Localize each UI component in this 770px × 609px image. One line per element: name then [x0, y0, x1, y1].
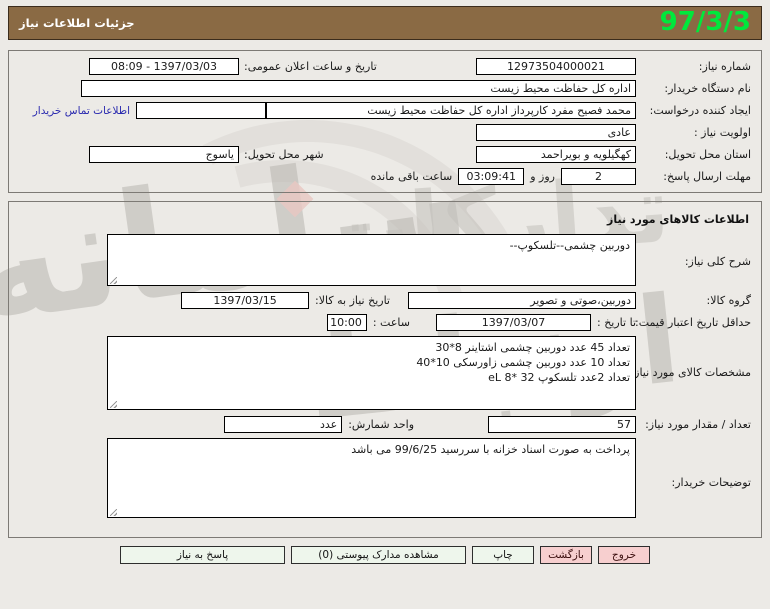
priority-label: اولویت نیاز : [693, 126, 751, 139]
buyer-notes-value[interactable]: پرداخت به صورت اسناد خزانه با سررسید 99/… [107, 438, 636, 518]
buyer-contact-link[interactable]: اطلاعات تماس خریدار [27, 105, 136, 117]
city-value[interactable]: یاسوج [89, 146, 239, 163]
resize-grip-icon[interactable] [110, 509, 117, 516]
date-stamp: 97/3/3 [659, 7, 751, 37]
goods-info-panel: اطلاعات کالاهای مورد نیاز شرح کلی نیاز: … [8, 201, 762, 538]
row-goods-group: گروه کالا: دوربین،صوتی و تصویر تاریخ نیا… [19, 292, 751, 309]
price-validity-label: حداقل تاریخ اعتبار قیمت: [635, 316, 751, 329]
buyer-org-label: نام دستگاه خریدار: [664, 82, 751, 95]
need-number-label: شماره نیاز: [698, 60, 751, 73]
buyer-org-secondary-value[interactable] [136, 102, 266, 119]
need-info-panel: شماره نیاز: 12973504000021 تاریخ و ساعت … [8, 50, 762, 193]
general-desc-label: شرح کلی نیاز: [684, 255, 751, 268]
action-button-bar: پاسخ به نیاز مشاهده مدارک پیوستی (0) چاپ… [8, 546, 762, 564]
quantity-label: تعداد / مقدار مورد نیاز: [645, 418, 751, 431]
window-title-bar: 97/3/3 جزئیات اطلاعات نیاز [8, 6, 762, 40]
specs-value[interactable]: تعداد 45 عدد دوربین چشمی اشتاینر 8*30 تع… [107, 336, 636, 410]
unit-label: واحد شمارش: [348, 418, 414, 431]
back-button[interactable]: بازگشت [540, 546, 592, 564]
price-validity-time-label: ساعت : [372, 316, 410, 329]
unit-value[interactable]: عدد [224, 416, 343, 433]
need-date-label: تاریخ نیاز به کالا: [315, 294, 390, 307]
specs-label: مشخصات کالای مورد نیاز: [630, 366, 751, 379]
buyer-notes-text: پرداخت به صورت اسناد خزانه با سررسید 99/… [351, 443, 630, 456]
resize-grip-icon[interactable] [110, 401, 117, 408]
goods-group-value[interactable]: دوربین،صوتی و تصویر [408, 292, 636, 309]
need-date-value[interactable]: 1397/03/15 [181, 292, 310, 309]
resize-grip-icon[interactable] [110, 277, 117, 284]
deadline-days-value[interactable]: 2 [561, 168, 636, 185]
specs-line-1: تعداد 45 عدد دوربین چشمی اشتاینر 8*30 [435, 341, 630, 354]
price-validity-time-value[interactable]: 10:00 [326, 314, 367, 331]
public-announce-value[interactable]: 1397/03/03 - 08:09 [89, 58, 239, 75]
view-attachments-button[interactable]: مشاهده مدارک پیوستی (0) [291, 546, 466, 564]
row-quantity: تعداد / مقدار مورد نیاز: 57 واحد شمارش: … [19, 416, 751, 433]
deadline-label: مهلت ارسال پاسخ: [663, 170, 751, 183]
requester-value[interactable]: محمد فصیح مفرد کارپرداز اداره کل حفاظت م… [266, 102, 636, 119]
row-general-desc: شرح کلی نیاز: دوربین چشمی--تلسکوپ-- [19, 234, 751, 286]
price-validity-value[interactable]: 1397/03/07 [436, 314, 591, 331]
priority-value[interactable]: عادی [476, 124, 636, 141]
goods-group-label: گروه کالا: [706, 294, 751, 307]
specs-line-2: تعداد 10 عدد دوربین چشمی زاورسکی 10*40 [416, 356, 630, 369]
goods-section-title: اطلاعات کالاهای مورد نیاز [607, 213, 749, 226]
row-response-deadline: مهلت ارسال پاسخ: 2 روز و 03:09:41 ساعت ب… [19, 168, 751, 185]
row-requester: ایجاد کننده درخواست: محمد فصیح مفرد کارپ… [19, 102, 751, 119]
print-button[interactable]: چاپ [472, 546, 534, 564]
page-root: 97/3/3 جزئیات اطلاعات نیاز شماره نیاز: 1… [0, 0, 770, 564]
row-delivery-location: استان محل تحویل: کهگیلویه و بویراحمد شهر… [19, 146, 751, 163]
general-desc-text: دوربین چشمی--تلسکوپ-- [509, 239, 630, 252]
city-label: شهر محل تحویل: [244, 148, 324, 161]
general-desc-value[interactable]: دوربین چشمی--تلسکوپ-- [107, 234, 636, 286]
answer-need-button[interactable]: پاسخ به نیاز [120, 546, 285, 564]
deadline-days-suffix: روز و [530, 170, 555, 183]
specs-line-3: تعداد 2عدد تلسکوپ 32 *8 eL [488, 371, 630, 384]
requester-label: ایجاد کننده درخواست: [649, 104, 751, 117]
row-priority: اولویت نیاز : عادی [19, 124, 751, 141]
row-price-validity: حداقل تاریخ اعتبار قیمت: تا تاریخ : 1397… [19, 314, 751, 331]
buyer-notes-label: توضیحات خریدار: [671, 476, 752, 489]
public-announce-label: تاریخ و ساعت اعلان عمومی: [244, 60, 377, 73]
quantity-value[interactable]: 57 [488, 416, 636, 433]
province-label: استان محل تحویل: [664, 148, 751, 161]
province-value[interactable]: کهگیلویه و بویراحمد [476, 146, 636, 163]
row-buyer-notes: توضیحات خریدار: پرداخت به صورت اسناد خزا… [19, 438, 751, 518]
row-specs: مشخصات کالای مورد نیاز: تعداد 45 عدد دور… [19, 336, 751, 410]
page-title: جزئیات اطلاعات نیاز [19, 16, 135, 30]
buyer-org-value[interactable]: اداره کل حفاظت محیط زیست [81, 80, 636, 97]
need-number-value[interactable]: 12973504000021 [476, 58, 636, 75]
row-buyer-org: نام دستگاه خریدار: اداره کل حفاظت محیط ز… [19, 80, 751, 97]
deadline-time-value[interactable]: 03:09:41 [458, 168, 525, 185]
deadline-time-suffix: ساعت باقی مانده [370, 170, 453, 183]
row-need-number: شماره نیاز: 12973504000021 تاریخ و ساعت … [19, 58, 751, 75]
exit-button[interactable]: خروج [598, 546, 650, 564]
price-validity-until-label: تا تاریخ : [597, 316, 636, 329]
